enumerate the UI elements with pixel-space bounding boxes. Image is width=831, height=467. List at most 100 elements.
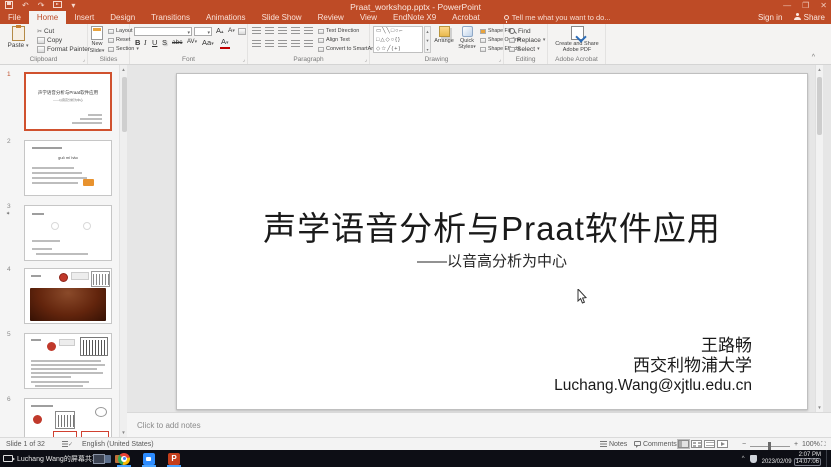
thumbnail-pane-scrollbar[interactable]: ▲ ▼ — [119, 65, 127, 437]
tell-me-box[interactable]: Tell me what you want to do... — [498, 11, 617, 24]
tab-acrobat[interactable]: Acrobat — [444, 11, 488, 24]
scroll-down-icon[interactable]: ▼ — [816, 405, 823, 410]
slide-title-text[interactable]: 声学语音分析与Praat软件应用 — [177, 202, 807, 250]
italic-button[interactable]: I — [143, 38, 148, 47]
convert-smartart-button[interactable]: Convert to SmartArt — [318, 45, 375, 53]
tab-endnote[interactable]: EndNote X9 — [385, 11, 444, 24]
grow-font-button[interactable]: A▴ — [215, 26, 225, 37]
shrink-font-button[interactable]: A▾ — [227, 26, 236, 36]
collapse-ribbon-icon[interactable]: ^ — [812, 54, 815, 61]
tab-home[interactable]: Home — [29, 11, 66, 24]
font-color-button[interactable]: A▾ — [220, 38, 230, 49]
reset-button[interactable]: Reset — [108, 36, 130, 44]
quick-styles-button[interactable]: Quick Styles▾ — [455, 26, 479, 50]
reading-view-button[interactable] — [704, 440, 715, 448]
slide-sorter-view-button[interactable] — [691, 440, 702, 448]
maximize-button[interactable]: ❐ — [802, 1, 809, 10]
tab-file[interactable]: File — [0, 11, 29, 24]
tab-view[interactable]: View — [352, 11, 385, 24]
notification-icon[interactable] — [750, 455, 757, 463]
dialog-launcher-icon[interactable]: ⌟ — [243, 57, 245, 63]
tab-review[interactable]: Review — [310, 11, 352, 24]
zoom-slider[interactable] — [750, 443, 790, 450]
tab-design[interactable]: Design — [102, 11, 143, 24]
taskbar-app-window[interactable] — [92, 452, 106, 466]
copy-button[interactable]: Copy — [37, 36, 62, 44]
zoom-level[interactable]: 100% — [802, 441, 820, 448]
dialog-launcher-icon[interactable]: ⌟ — [499, 57, 501, 63]
tab-slide-show[interactable]: Slide Show — [254, 11, 310, 24]
scrollbar-thumb[interactable] — [122, 77, 127, 132]
clear-formatting-icon[interactable] — [238, 28, 246, 35]
slide-thumbnail-3[interactable] — [24, 205, 112, 261]
align-text-button[interactable]: Align Text — [318, 36, 350, 44]
select-button[interactable]: Select▾ — [509, 45, 540, 53]
dialog-launcher-icon[interactable]: ⌟ — [83, 57, 85, 63]
shapes-gallery[interactable]: ▭╲╲□○⌐ □△◇○{} ◇☆╱(+) — [373, 26, 423, 53]
cut-button[interactable]: ✂Cut — [37, 27, 54, 35]
tab-insert[interactable]: Insert — [66, 11, 102, 24]
zoom-out-button[interactable]: − — [742, 441, 746, 448]
sign-in-link[interactable]: Sign in — [758, 13, 782, 22]
minimize-button[interactable]: — — [783, 1, 791, 10]
taskbar-clock[interactable]: 2:07 PM 2023/02/0914:07:06 — [762, 452, 821, 466]
slide-thumbnail-4[interactable] — [24, 268, 112, 324]
replace-button[interactable]: Replace▾ — [509, 36, 545, 44]
share-button[interactable]: Share — [794, 13, 825, 22]
bold-button[interactable]: B — [134, 38, 141, 47]
underline-button[interactable]: U — [151, 38, 158, 47]
tab-animations[interactable]: Animations — [198, 11, 254, 24]
slide-thumbnail-6[interactable] — [24, 398, 112, 437]
decrease-indent-icon[interactable] — [278, 27, 287, 35]
format-painter-button[interactable]: Format Painter — [37, 45, 90, 53]
notes-pane[interactable]: Click to add notes — [127, 412, 831, 437]
slide-thumbnail-1[interactable]: 声学语音分析与Praat软件应用 ——以音高分析为中心 — [24, 72, 112, 131]
new-slide-button[interactable]: New Slide▾ — [86, 26, 108, 55]
bullets-icon[interactable] — [252, 27, 261, 35]
taskbar-app-meeting[interactable] — [142, 452, 156, 466]
justify-icon[interactable] — [291, 40, 300, 48]
slide-thumbnail-5[interactable] — [24, 333, 112, 389]
scroll-up-icon[interactable]: ▲ — [120, 67, 127, 72]
strikethrough-button[interactable]: abc — [171, 38, 183, 47]
normal-view-button[interactable] — [678, 440, 689, 448]
taskbar-app-powerpoint[interactable]: P — [167, 452, 181, 466]
language-status[interactable]: English (United States) — [82, 441, 154, 448]
zoom-in-button[interactable]: + — [794, 441, 798, 448]
align-left-icon[interactable] — [252, 40, 261, 48]
slide-area-scrollbar[interactable]: ▲ ▼ — [815, 65, 823, 412]
align-center-icon[interactable] — [265, 40, 274, 48]
font-name-combobox[interactable]: ▾ — [134, 27, 192, 36]
slide-thumbnail-2[interactable]: guō mǐ hǎo — [24, 140, 112, 196]
scroll-up-icon[interactable]: ▲ — [425, 27, 430, 36]
text-direction-button[interactable]: Text Direction — [318, 27, 359, 35]
slide-subtitle-text[interactable]: ——以音高分析为中心 — [177, 250, 807, 271]
slide-1-canvas[interactable]: 声学语音分析与Praat软件应用 ——以音高分析为中心 王路畅 西交利物浦大学 … — [176, 73, 808, 410]
text-shadow-button[interactable]: S — [161, 38, 168, 47]
paste-button[interactable]: Paste ▾ — [5, 26, 31, 50]
line-spacing-icon[interactable] — [304, 27, 313, 35]
create-share-pdf-button[interactable]: Create and Share Adobe PDF — [551, 26, 603, 53]
comments-toggle-button[interactable]: Comments — [634, 441, 677, 448]
numbering-icon[interactable] — [265, 27, 274, 35]
slideshow-view-button[interactable] — [717, 440, 728, 448]
scrollbar-thumb[interactable] — [817, 77, 822, 135]
scroll-down-icon[interactable]: ▼ — [120, 430, 127, 435]
font-size-combobox[interactable]: ▾ — [194, 27, 212, 36]
scroll-up-icon[interactable]: ▲ — [816, 67, 823, 72]
notes-placeholder[interactable]: Click to add notes — [137, 421, 201, 430]
spell-check-icon[interactable]: ✓ — [62, 441, 73, 448]
fit-to-window-button[interactable]: ⛶ — [821, 441, 826, 449]
arrange-button[interactable]: Arrange — [433, 26, 455, 45]
close-button[interactable]: ✕ — [820, 1, 827, 10]
character-spacing-button[interactable]: AV▾ — [186, 38, 198, 47]
tab-transitions[interactable]: Transitions — [143, 11, 198, 24]
show-desktop-button[interactable] — [826, 450, 829, 467]
scroll-down-icon[interactable]: ▼ — [425, 36, 430, 45]
gallery-more-icon[interactable]: ▾ — [425, 45, 430, 54]
columns-icon[interactable] — [304, 40, 313, 48]
shapes-gallery-scroll[interactable]: ▲▼▾ — [424, 26, 431, 53]
dialog-launcher-icon[interactable]: ⌟ — [365, 57, 367, 63]
notes-toggle-button[interactable]: Notes — [600, 441, 627, 448]
find-button[interactable]: Find — [509, 27, 531, 35]
